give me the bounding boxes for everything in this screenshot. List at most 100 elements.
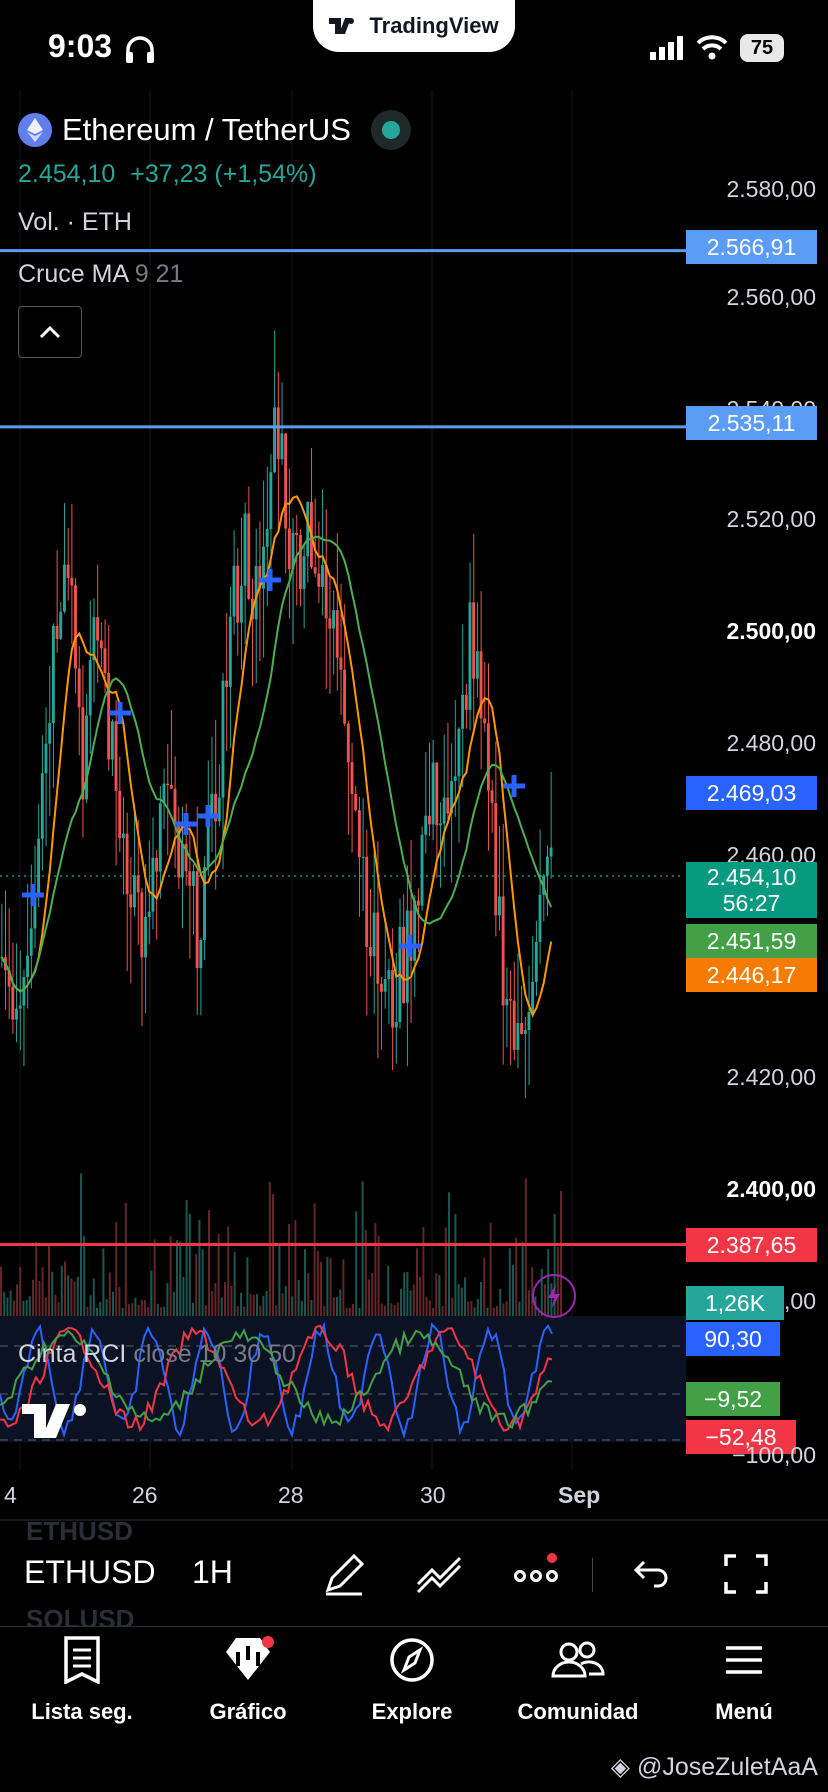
candle-body [203,867,206,941]
trend-tools-icon[interactable] [416,1550,464,1598]
volume-bar [412,1284,415,1318]
candle-body [125,833,129,895]
candle-body [324,565,328,619]
more-options-icon[interactable] [512,1550,560,1598]
price-axis-label: 2.520,00 [726,506,816,532]
volume-legend[interactable]: Vol. · ETH [18,208,132,237]
candle-body [468,602,472,710]
collapse-legend-button[interactable] [18,306,82,358]
candle-body [439,823,442,826]
volume-bar [387,1265,390,1318]
volume-bar [291,1296,294,1318]
candle-body [483,718,487,724]
candle-body [225,680,229,687]
chevron-up-icon [39,325,61,339]
nav-chart[interactable]: Gráfico [168,1636,328,1725]
pencil-draw-icon[interactable] [320,1550,368,1598]
ma-cross-marker [503,775,525,797]
candle-body [512,1000,516,1050]
undo-icon[interactable] [626,1550,674,1598]
volume-bar [352,1303,354,1318]
volume-bar [512,1264,514,1318]
indicator-params: 9 21 [134,260,184,288]
candle-body [232,565,236,617]
candle-body [96,617,100,641]
candle-body [195,871,199,969]
candle-body [431,762,435,825]
ma-cross-legend[interactable]: Cruce MA 9 21 [18,260,183,289]
candle-body [387,970,391,980]
volume-bar [480,1281,482,1318]
volume-bar [185,1199,188,1318]
rci-pane-bg [0,1316,686,1442]
symbol-button[interactable]: ETHUSD [24,1554,156,1591]
nav-menu[interactable]: Menú [664,1636,824,1725]
toolbar-divider [592,1558,593,1592]
volume-bar [416,1248,418,1318]
market-open-icon [370,110,411,150]
bar-countdown: 56:27 [722,890,781,916]
price-tag: 1,26K [686,1286,784,1320]
alert-flash-button[interactable] [532,1274,576,1318]
nav-label: Menú [715,1699,773,1724]
rci-tag: −9,52 [686,1382,780,1416]
time-axis-label: 28 [278,1482,304,1508]
candle-body [239,585,243,623]
volume-bar [368,1279,370,1318]
volume-bar [294,1220,297,1318]
candle-body [74,585,77,669]
volume-bar [464,1277,466,1318]
volume-bar [339,1289,342,1318]
volume-bar [73,1281,76,1318]
volume-bar [233,1252,236,1318]
volume-bar [208,1210,210,1318]
volume-bar [435,1273,438,1318]
interval-button[interactable]: 1H [192,1554,233,1591]
volume-bar [400,1288,402,1318]
rci-params: close 10 30 50 [133,1340,296,1368]
menu-icon [726,1646,762,1674]
volume-bar [268,1181,271,1318]
volume-bar [355,1211,358,1318]
nav-explore[interactable]: Explore [332,1636,492,1725]
volume-bar [192,1303,194,1318]
candle-body [516,1022,520,1050]
volume-bar [172,1291,175,1318]
candle-body [136,875,140,893]
tradingview-brand: TradingView [313,0,515,52]
candle-body [313,567,317,574]
volume-bar [396,1302,399,1318]
volume-bar [467,1301,470,1318]
volume-bar [179,1241,182,1318]
candle-body [70,577,74,586]
lightning-icon [548,1284,560,1308]
nav-community[interactable]: Comunidad [498,1636,658,1725]
volume-bar [57,1301,60,1318]
volume-bar [460,1287,463,1318]
volume-bar [67,1275,70,1318]
candle-body [192,871,195,886]
candle-body [273,407,276,473]
volume-bar [272,1194,274,1318]
volume-bar [12,1300,15,1318]
volume-bar [406,1271,409,1318]
candle-body [151,857,155,912]
rci-legend[interactable]: Cinta RCI close 10 30 50 [18,1340,296,1369]
nav-label: Gráfico [209,1699,287,1724]
ma-cross-marker [22,884,44,906]
volume-bar [448,1192,450,1318]
nav-watchlist[interactable]: Lista seg. [2,1636,162,1725]
price-change-pct: (+1,54%) [214,160,317,188]
volume-bar [470,1300,473,1318]
candle-body [424,815,428,835]
watermark: ◈ @JoseZuletAaA [611,1752,818,1782]
volume-bar [25,1299,28,1318]
symbol-legend[interactable]: Ethereum / TetherUS [18,110,411,150]
volume-bar [438,1274,441,1318]
volume-bar [153,1239,156,1318]
candle-body [55,625,59,639]
nav-label: Comunidad [517,1699,639,1724]
volume-bar [281,1293,284,1318]
fullscreen-icon[interactable] [722,1550,770,1598]
volume-bar [451,1297,454,1318]
